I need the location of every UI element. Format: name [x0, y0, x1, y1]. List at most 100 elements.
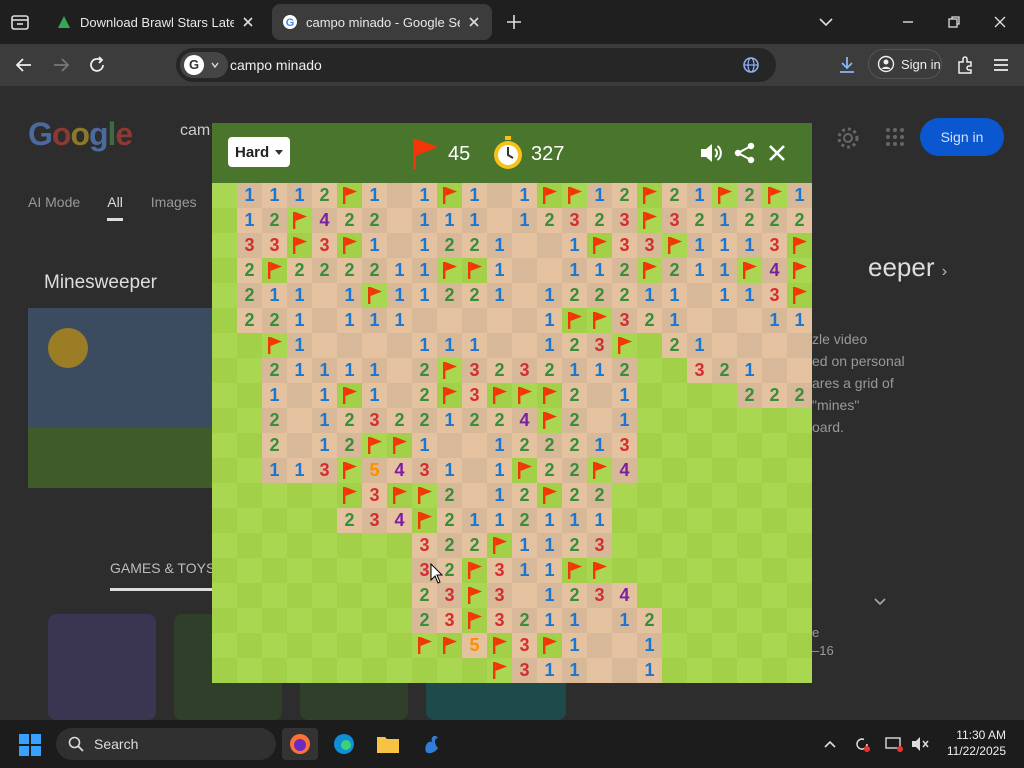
- cell-number[interactable]: 3: [412, 533, 437, 558]
- cell-number[interactable]: 2: [437, 233, 462, 258]
- cell-number[interactable]: 1: [387, 308, 412, 333]
- cell-hidden[interactable]: [212, 508, 237, 533]
- cell-hidden[interactable]: [312, 533, 337, 558]
- cell-empty[interactable]: [337, 333, 362, 358]
- cell-number[interactable]: 2: [437, 483, 462, 508]
- cell-number[interactable]: 1: [487, 258, 512, 283]
- cell-number[interactable]: 1: [262, 183, 287, 208]
- cell-hidden[interactable]: [712, 608, 737, 633]
- cell-empty[interactable]: [312, 283, 337, 308]
- new-tab-icon[interactable]: [504, 12, 524, 32]
- translate-globe-icon[interactable]: [742, 56, 760, 74]
- cell-number[interactable]: 3: [637, 233, 662, 258]
- cell-number[interactable]: 3: [462, 383, 487, 408]
- cell-number[interactable]: 2: [612, 283, 637, 308]
- cell-number[interactable]: 1: [587, 358, 612, 383]
- cell-hidden[interactable]: [712, 483, 737, 508]
- cell-empty[interactable]: [787, 358, 812, 383]
- cell-number[interactable]: 2: [512, 608, 537, 633]
- cell-hidden[interactable]: [412, 658, 437, 683]
- cell-empty[interactable]: [487, 183, 512, 208]
- cell-number[interactable]: 1: [662, 308, 687, 333]
- cell-hidden[interactable]: [212, 308, 237, 333]
- cell-hidden[interactable]: [312, 558, 337, 583]
- cell-hidden[interactable]: [312, 608, 337, 633]
- cell-hidden[interactable]: [312, 508, 337, 533]
- display-icon[interactable]: [884, 734, 904, 754]
- cell-number[interactable]: 2: [362, 258, 387, 283]
- cell-flag[interactable]: [437, 183, 462, 208]
- address-bar[interactable]: G campo minado: [176, 48, 776, 82]
- cell-number[interactable]: 4: [387, 458, 412, 483]
- cell-number[interactable]: 1: [437, 208, 462, 233]
- cell-empty[interactable]: [512, 283, 537, 308]
- cell-number[interactable]: 1: [562, 633, 587, 658]
- cell-number[interactable]: 3: [462, 358, 487, 383]
- cell-hidden[interactable]: [237, 608, 262, 633]
- cell-number[interactable]: 2: [587, 483, 612, 508]
- cell-number[interactable]: 2: [237, 283, 262, 308]
- cell-flag[interactable]: [737, 258, 762, 283]
- cell-number[interactable]: 2: [687, 208, 712, 233]
- cell-flag[interactable]: [262, 258, 287, 283]
- cell-number[interactable]: 1: [737, 358, 762, 383]
- cell-number[interactable]: 2: [562, 408, 587, 433]
- cell-number[interactable]: 3: [687, 358, 712, 383]
- cell-hidden[interactable]: [462, 658, 487, 683]
- cell-hidden[interactable]: [762, 608, 787, 633]
- cell-empty[interactable]: [462, 433, 487, 458]
- cell-flag[interactable]: [637, 183, 662, 208]
- cell-flag[interactable]: [337, 183, 362, 208]
- cell-hidden[interactable]: [212, 358, 237, 383]
- search-query-text[interactable]: cam: [180, 122, 210, 140]
- cell-number[interactable]: 2: [262, 433, 287, 458]
- cell-hidden[interactable]: [762, 533, 787, 558]
- cell-hidden[interactable]: [662, 458, 687, 483]
- cell-number[interactable]: 2: [337, 508, 362, 533]
- taskbar-search[interactable]: Search: [56, 728, 276, 760]
- cell-empty[interactable]: [487, 208, 512, 233]
- cell-hidden[interactable]: [737, 408, 762, 433]
- cell-number[interactable]: 2: [512, 433, 537, 458]
- cell-number[interactable]: 2: [762, 383, 787, 408]
- cell-number[interactable]: 2: [537, 458, 562, 483]
- cell-hidden[interactable]: [212, 233, 237, 258]
- cell-flag[interactable]: [462, 558, 487, 583]
- cell-number[interactable]: 1: [362, 383, 387, 408]
- cell-hidden[interactable]: [662, 408, 687, 433]
- cell-hidden[interactable]: [212, 658, 237, 683]
- cell-number[interactable]: 2: [612, 183, 637, 208]
- cell-number[interactable]: 2: [237, 258, 262, 283]
- cell-hidden[interactable]: [712, 633, 737, 658]
- cell-hidden[interactable]: [787, 483, 812, 508]
- cell-hidden[interactable]: [737, 533, 762, 558]
- cell-number[interactable]: 3: [612, 233, 637, 258]
- cell-number[interactable]: 2: [737, 208, 762, 233]
- cell-flag[interactable]: [412, 633, 437, 658]
- cell-hidden[interactable]: [237, 633, 262, 658]
- cell-flag[interactable]: [412, 483, 437, 508]
- cell-hidden[interactable]: [687, 608, 712, 633]
- cell-number[interactable]: 2: [462, 283, 487, 308]
- cell-number[interactable]: 1: [412, 233, 437, 258]
- cell-hidden[interactable]: [337, 558, 362, 583]
- cell-empty[interactable]: [512, 308, 537, 333]
- restore-icon[interactable]: [944, 12, 964, 32]
- cell-flag[interactable]: [537, 483, 562, 508]
- cell-number[interactable]: 1: [412, 283, 437, 308]
- cell-number[interactable]: 1: [537, 608, 562, 633]
- cell-number[interactable]: 2: [562, 283, 587, 308]
- edge-app[interactable]: [326, 728, 362, 760]
- cell-flag[interactable]: [487, 633, 512, 658]
- cell-number[interactable]: 3: [762, 233, 787, 258]
- cell-flag[interactable]: [437, 258, 462, 283]
- cell-hidden[interactable]: [287, 558, 312, 583]
- cell-number[interactable]: 1: [587, 258, 612, 283]
- cell-number[interactable]: 5: [362, 458, 387, 483]
- cell-number[interactable]: 4: [612, 583, 637, 608]
- cell-number[interactable]: 1: [362, 358, 387, 383]
- cell-hidden[interactable]: [262, 483, 287, 508]
- cell-number[interactable]: 2: [787, 208, 812, 233]
- cell-number[interactable]: 2: [737, 183, 762, 208]
- cell-number[interactable]: 2: [512, 483, 537, 508]
